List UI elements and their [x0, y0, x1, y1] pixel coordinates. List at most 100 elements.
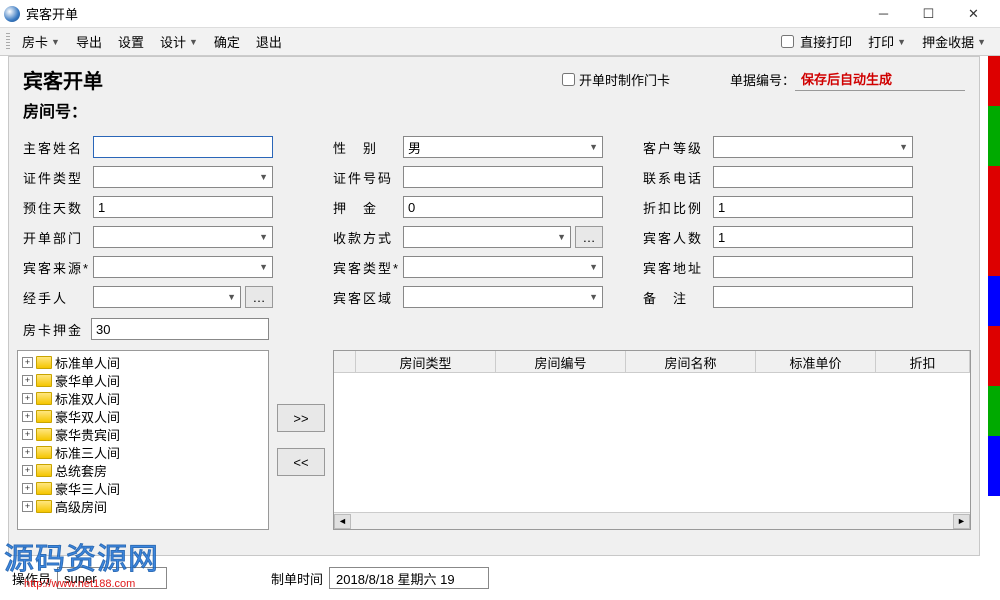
cert-type-select[interactable]: ▼: [93, 166, 273, 188]
chevron-down-icon: ▼: [899, 142, 908, 152]
col-std-price[interactable]: 标准单价: [756, 351, 876, 372]
expand-icon[interactable]: +: [22, 411, 33, 422]
folder-icon: [36, 500, 52, 513]
expand-icon[interactable]: +: [22, 447, 33, 458]
card-deposit-label: 房卡押金: [23, 320, 85, 339]
guest-count-input[interactable]: [713, 226, 913, 248]
tree-item[interactable]: +总统套房: [20, 461, 266, 479]
handler-select[interactable]: ▼: [93, 286, 241, 308]
direct-print-checkbox[interactable]: 直接打印: [773, 30, 860, 53]
toolbar-deposit-receipt[interactable]: 押金收据▼: [914, 30, 994, 53]
tree-item[interactable]: + 豪华贵宾间: [20, 425, 266, 443]
discount-input[interactable]: [713, 196, 913, 218]
expand-icon[interactable]: +: [22, 501, 33, 512]
room-type-tree[interactable]: +标准单人间+豪华单人间+标准双人间+豪华双人间+豪华贵宾间+标准三人间+总统套…: [17, 350, 269, 530]
window-title: 宾客开单: [26, 4, 861, 23]
chevron-down-icon: ▼: [259, 262, 268, 272]
remove-room-button[interactable]: <<: [277, 448, 325, 476]
chevron-down-icon: ▼: [51, 37, 60, 47]
guest-count-label: 宾客人数: [643, 228, 713, 247]
remark-input[interactable]: [713, 286, 913, 308]
expand-icon[interactable]: +: [22, 483, 33, 494]
gender-select[interactable]: 男▼: [403, 136, 603, 158]
doc-number-value: 保存后自动生成: [795, 69, 965, 91]
guest-type-label: 宾客类型*: [333, 258, 403, 277]
source-select[interactable]: ▼: [93, 256, 273, 278]
toolbar-settings[interactable]: 设置: [110, 30, 152, 53]
cert-no-label: 证件号码: [333, 168, 403, 187]
tree-item[interactable]: +豪华单人间: [20, 371, 266, 389]
pay-method-select[interactable]: ▼: [403, 226, 571, 248]
guest-type-select[interactable]: ▼: [403, 256, 603, 278]
operator-value: [57, 567, 167, 589]
scroll-left-icon[interactable]: ◄: [334, 514, 351, 529]
close-button[interactable]: ✕: [951, 1, 996, 27]
tree-item-label: 标准双人间: [55, 389, 120, 408]
col-room-no[interactable]: 房间编号: [496, 351, 626, 372]
remark-label: 备 注: [643, 288, 713, 307]
expand-icon[interactable]: +: [22, 429, 33, 440]
chevron-down-icon: ▼: [259, 232, 268, 242]
deposit-input[interactable]: [403, 196, 603, 218]
expand-icon[interactable]: +: [22, 393, 33, 404]
folder-icon: [36, 446, 52, 459]
handler-label: 经手人: [23, 288, 93, 307]
expand-icon[interactable]: +: [22, 357, 33, 368]
chevron-down-icon: ▼: [189, 37, 198, 47]
tree-item[interactable]: +豪华双人间: [20, 407, 266, 425]
phone-label: 联系电话: [643, 168, 713, 187]
col-room-type[interactable]: 房间类型: [356, 351, 496, 372]
dept-select[interactable]: ▼: [93, 226, 273, 248]
toolbar-confirm[interactable]: 确定: [206, 30, 248, 53]
pay-method-label: 收款方式: [333, 228, 403, 247]
tree-item-label: 标准三人间: [55, 443, 120, 462]
toolbar-print[interactable]: 打印▼: [860, 30, 914, 53]
folder-icon: [36, 392, 52, 405]
scroll-right-icon[interactable]: ►: [953, 514, 970, 529]
folder-icon: [36, 428, 52, 441]
guest-area-label: 宾客区域: [333, 288, 403, 307]
cust-level-label: 客户等级: [643, 138, 713, 157]
guest-area-select[interactable]: ▼: [403, 286, 603, 308]
expand-icon[interactable]: +: [22, 465, 33, 476]
toolbar-design[interactable]: 设计▼: [152, 30, 206, 53]
chevron-down-icon: ▼: [557, 232, 566, 242]
make-card-checkbox[interactable]: 开单时制作门卡: [562, 70, 670, 89]
toolbar-room-card[interactable]: 房卡▼: [14, 30, 68, 53]
folder-icon: [36, 464, 52, 477]
pay-method-browse-button[interactable]: …: [575, 226, 603, 248]
handler-browse-button[interactable]: …: [245, 286, 273, 308]
cert-no-input[interactable]: [403, 166, 603, 188]
minimize-button[interactable]: ─: [861, 1, 906, 27]
guest-name-input[interactable]: [93, 136, 273, 158]
pre-days-input[interactable]: [93, 196, 273, 218]
doc-number: 单据编号： 保存后自动生成: [730, 69, 965, 91]
phone-input[interactable]: [713, 166, 913, 188]
dept-label: 开单部门: [23, 228, 93, 247]
tree-item[interactable]: +高级房间: [20, 497, 266, 515]
col-room-name[interactable]: 房间名称: [626, 351, 756, 372]
expand-icon[interactable]: +: [22, 375, 33, 386]
tree-item[interactable]: + 标准三人间: [20, 443, 266, 461]
toolbar-export[interactable]: 导出: [68, 30, 110, 53]
col-discount[interactable]: 折扣: [876, 351, 970, 372]
gender-label: 性 别: [333, 138, 403, 157]
tree-item-label: 豪华贵宾间: [55, 425, 120, 444]
side-decoration: [988, 56, 1000, 600]
tree-item[interactable]: +标准单人间: [20, 353, 266, 371]
horizontal-scrollbar[interactable]: ◄ ►: [334, 512, 970, 529]
tree-item[interactable]: +豪华三人间: [20, 479, 266, 497]
cust-level-select[interactable]: ▼: [713, 136, 913, 158]
card-deposit-input[interactable]: [91, 318, 269, 340]
folder-icon: [36, 410, 52, 423]
guest-addr-input[interactable]: [713, 256, 913, 278]
add-room-button[interactable]: >>: [277, 404, 325, 432]
maximize-button[interactable]: ☐: [906, 1, 951, 27]
selected-rooms-table: 房间类型 房间编号 房间名称 标准单价 折扣 ◄ ►: [333, 350, 971, 530]
table-body[interactable]: [334, 373, 970, 512]
operator-label: 操作员: [12, 569, 51, 588]
time-label: 制单时间: [271, 569, 323, 588]
tree-item[interactable]: + 标准双人间: [20, 389, 266, 407]
toolbar-exit[interactable]: 退出: [248, 30, 290, 53]
discount-label: 折扣比例: [643, 198, 713, 217]
